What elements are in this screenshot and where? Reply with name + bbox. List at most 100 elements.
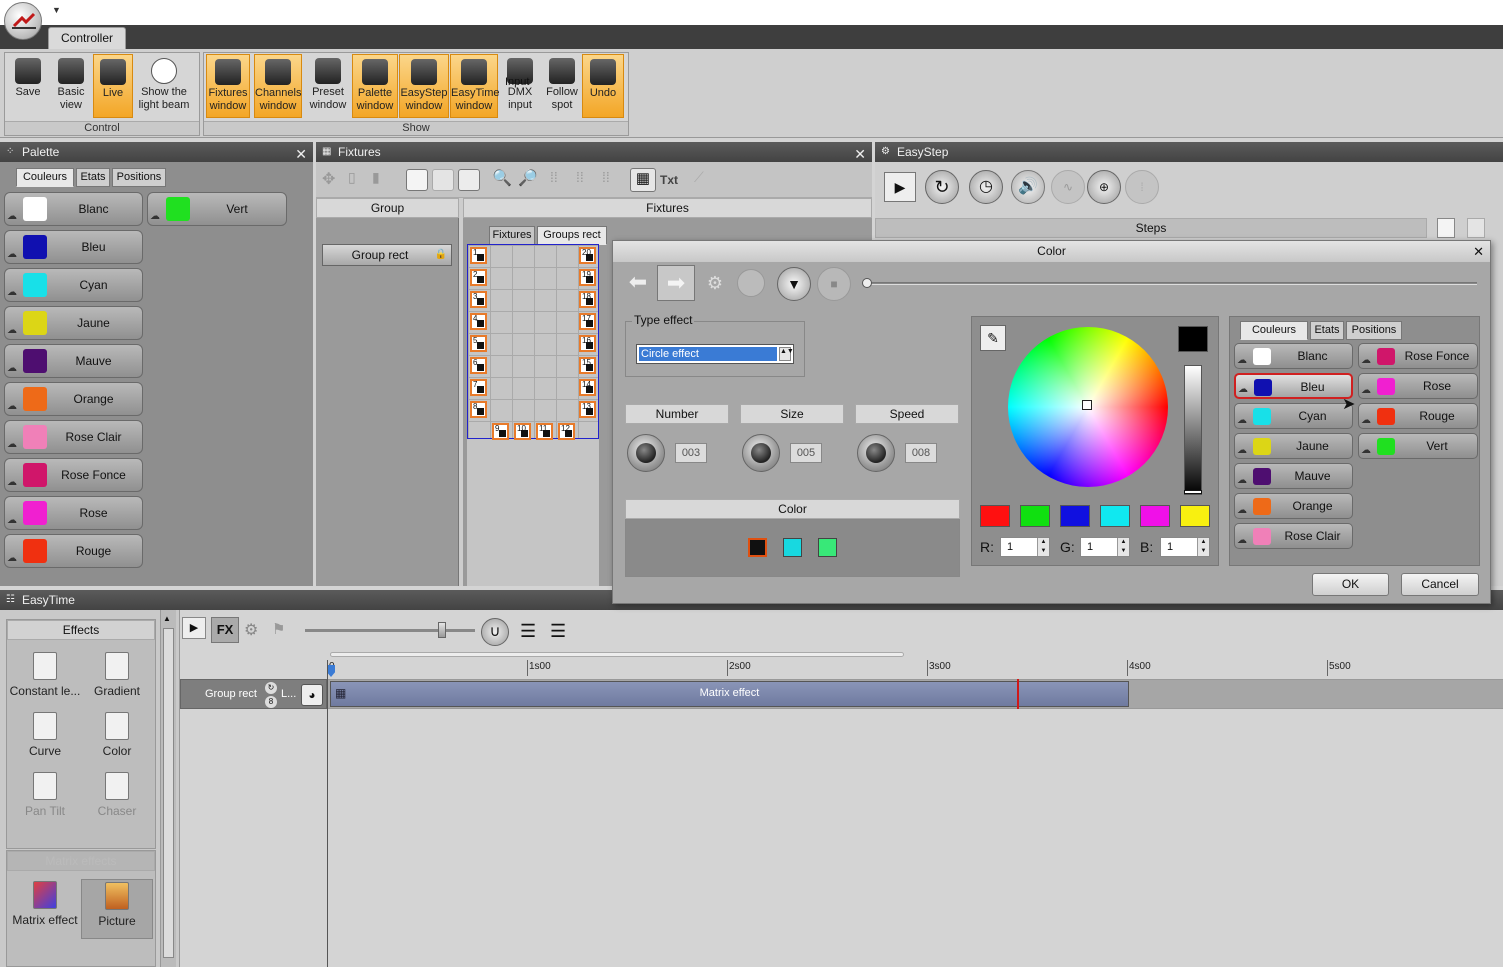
quick-access-dropdown-icon[interactable]: ▼ [52, 5, 61, 15]
bars-icon[interactable]: ⁞ [1125, 170, 1159, 204]
tab-groups-rect[interactable]: Groups rect [537, 226, 607, 245]
magnet-icon[interactable]: ∪ [481, 618, 509, 646]
number-value[interactable]: 003 [675, 443, 707, 463]
track-header[interactable]: Group rect ↻ 8 L... ◕ [180, 679, 327, 709]
fx-icon[interactable]: FX [211, 617, 239, 643]
dialog-color-blanc[interactable]: Blanc ☁ [1234, 343, 1353, 369]
txt-button[interactable]: Txt [660, 173, 678, 187]
fixture-cell[interactable]: 7 [470, 379, 487, 396]
brightness-slider[interactable] [1184, 365, 1202, 495]
arrow-right-icon[interactable]: ➡ [657, 265, 695, 301]
number-knob[interactable] [627, 434, 665, 472]
spinner-icon[interactable]: ▲ ▼ [1037, 538, 1049, 556]
g-input[interactable]: 1 ▲ ▼ [1080, 537, 1130, 557]
palette-color-cyan[interactable]: Cyan ☁ [4, 268, 143, 302]
tab-etats[interactable]: Etats [76, 168, 110, 187]
fixture-cell[interactable]: 4 [470, 313, 487, 330]
play-button[interactable]: ▶ [884, 172, 916, 202]
palette-color-bleu[interactable]: Bleu ☁ [4, 230, 143, 264]
fixture-cell[interactable]: 11 [536, 423, 553, 440]
zoom-slider[interactable] [305, 629, 475, 632]
eyedropper-icon[interactable]: ✎ [980, 325, 1006, 351]
effects-scrollbar[interactable]: ▲ [160, 610, 176, 967]
dialog-color-orange[interactable]: Orange ☁ [1234, 493, 1353, 519]
fixture-cell[interactable]: 16 [579, 335, 596, 352]
square-icon[interactable]: ■ [817, 267, 851, 301]
fixture-cell[interactable]: 13 [579, 401, 596, 418]
timeline-play-button[interactable]: ▶ [182, 617, 206, 639]
timer-icon[interactable]: ◷ [969, 170, 1003, 204]
link-icon[interactable]: 8 [265, 696, 277, 708]
tab-couleurs[interactable]: Couleurs [1240, 321, 1308, 340]
scroll-thumb[interactable] [163, 628, 174, 958]
new-fixture-icon[interactable] [406, 169, 428, 191]
ribbon-button-easystep[interactable]: EasyStep window [399, 54, 449, 118]
ribbon-button-channels[interactable]: Channels window [254, 54, 302, 118]
palette-color-rouge[interactable]: Rouge ☁ [4, 534, 143, 568]
fixture-cell[interactable]: 15 [579, 357, 596, 374]
color-wheel-cursor[interactable] [1082, 400, 1092, 410]
effect-chaser[interactable]: Chaser [81, 770, 153, 828]
color-wheel-icon[interactable]: ◕ [301, 684, 323, 706]
fixture-cell[interactable]: 18 [579, 291, 596, 308]
timeline-slider-thumb[interactable] [862, 278, 872, 288]
color-chip[interactable] [783, 538, 802, 557]
tab-positions[interactable]: Positions [112, 168, 166, 187]
pointer-icon[interactable]: ▼ [777, 267, 811, 301]
fixture-cell[interactable]: 8 [470, 401, 487, 418]
align-left-icon[interactable]: ☰ [520, 621, 536, 642]
tab-fixtures[interactable]: Fixtures [489, 226, 535, 245]
dialog-color-rose[interactable]: Rose ☁ [1358, 373, 1478, 399]
color-chip[interactable] [818, 538, 837, 557]
palette-color-rose[interactable]: Rose ☁ [4, 496, 143, 530]
spinner-icon[interactable]: ▲ ▼ [1197, 538, 1209, 556]
fixture-icon[interactable]: ⚑ [272, 620, 285, 638]
fixture-cell[interactable]: 12 [558, 423, 575, 440]
fixture-cell[interactable]: 17 [579, 313, 596, 330]
add-step-icon[interactable] [1437, 218, 1455, 238]
r-input[interactable]: 1 ▲ ▼ [1000, 537, 1050, 557]
add-fixture-icon[interactable] [432, 169, 454, 191]
color-wheel[interactable] [1008, 327, 1168, 487]
preset-color-chip[interactable] [1060, 505, 1090, 527]
effect-pan-tilt[interactable]: Pan Tilt [9, 770, 81, 828]
align-right-icon[interactable]: ☰ [550, 621, 566, 642]
fixture-cell[interactable]: 9 [492, 423, 509, 440]
zoom-in-icon[interactable]: 🔍 [492, 168, 514, 190]
zoom-slider-thumb[interactable] [438, 622, 446, 638]
tab-couleurs[interactable]: Couleurs [16, 168, 74, 187]
ribbon-button-preset[interactable]: Preset window [305, 54, 351, 118]
cancel-button[interactable]: Cancel [1401, 573, 1479, 596]
ribbon-button-follow[interactable]: Follow spot [541, 54, 583, 118]
speed-value[interactable]: 008 [905, 443, 937, 463]
dialog-color-mauve[interactable]: Mauve ☁ [1234, 463, 1353, 489]
chevron-down-icon[interactable]: ▲▼ [779, 347, 794, 361]
dialog-color-cyan[interactable]: Cyan ☁ [1234, 403, 1353, 429]
fixture-settings-icon[interactable] [458, 169, 480, 191]
effect-constant-le-[interactable]: Constant le... [9, 650, 81, 708]
mouse-icon[interactable]: ▯ [348, 169, 370, 191]
ribbon-button-save[interactable]: Save [8, 54, 48, 118]
matrix-effect-clip[interactable]: ▦ Matrix effect [330, 681, 1129, 707]
mouse-select-icon[interactable]: ▮ [372, 169, 394, 191]
fixture-cell[interactable]: 14 [579, 379, 596, 396]
lock-icon[interactable]: 🔒 [435, 245, 447, 265]
palette-color-jaune[interactable]: Jaune ☁ [4, 306, 143, 340]
sound-icon[interactable]: 🔊 [1011, 170, 1045, 204]
scroll-up-icon[interactable]: ▲ [163, 614, 171, 623]
fixture-cell[interactable]: 10 [514, 423, 531, 440]
ribbon-button-easytime[interactable]: EasyTime window [450, 54, 500, 118]
settings-gear-icon[interactable]: ⚙ [244, 620, 258, 640]
size-value[interactable]: 005 [790, 443, 822, 463]
effect-color[interactable]: Color [81, 710, 153, 768]
ribbon-button-basic[interactable]: Basic view [50, 54, 92, 118]
ribbon-button-beam[interactable]: Show the light beam [136, 54, 192, 118]
fixture-cell[interactable]: 1 [470, 247, 487, 264]
ribbon-button-palette[interactable]: Palette window [352, 54, 398, 118]
matrix-effect-picture[interactable]: Picture [81, 879, 153, 939]
effect-gradient[interactable]: Gradient [81, 650, 153, 708]
dialog-color-rose-clair[interactable]: Rose Clair ☁ [1234, 523, 1353, 549]
matrix-effect-matrix-effect[interactable]: Matrix effect [9, 879, 81, 939]
timeline-slider[interactable] [867, 282, 1477, 285]
time-cursor[interactable] [1017, 679, 1019, 709]
